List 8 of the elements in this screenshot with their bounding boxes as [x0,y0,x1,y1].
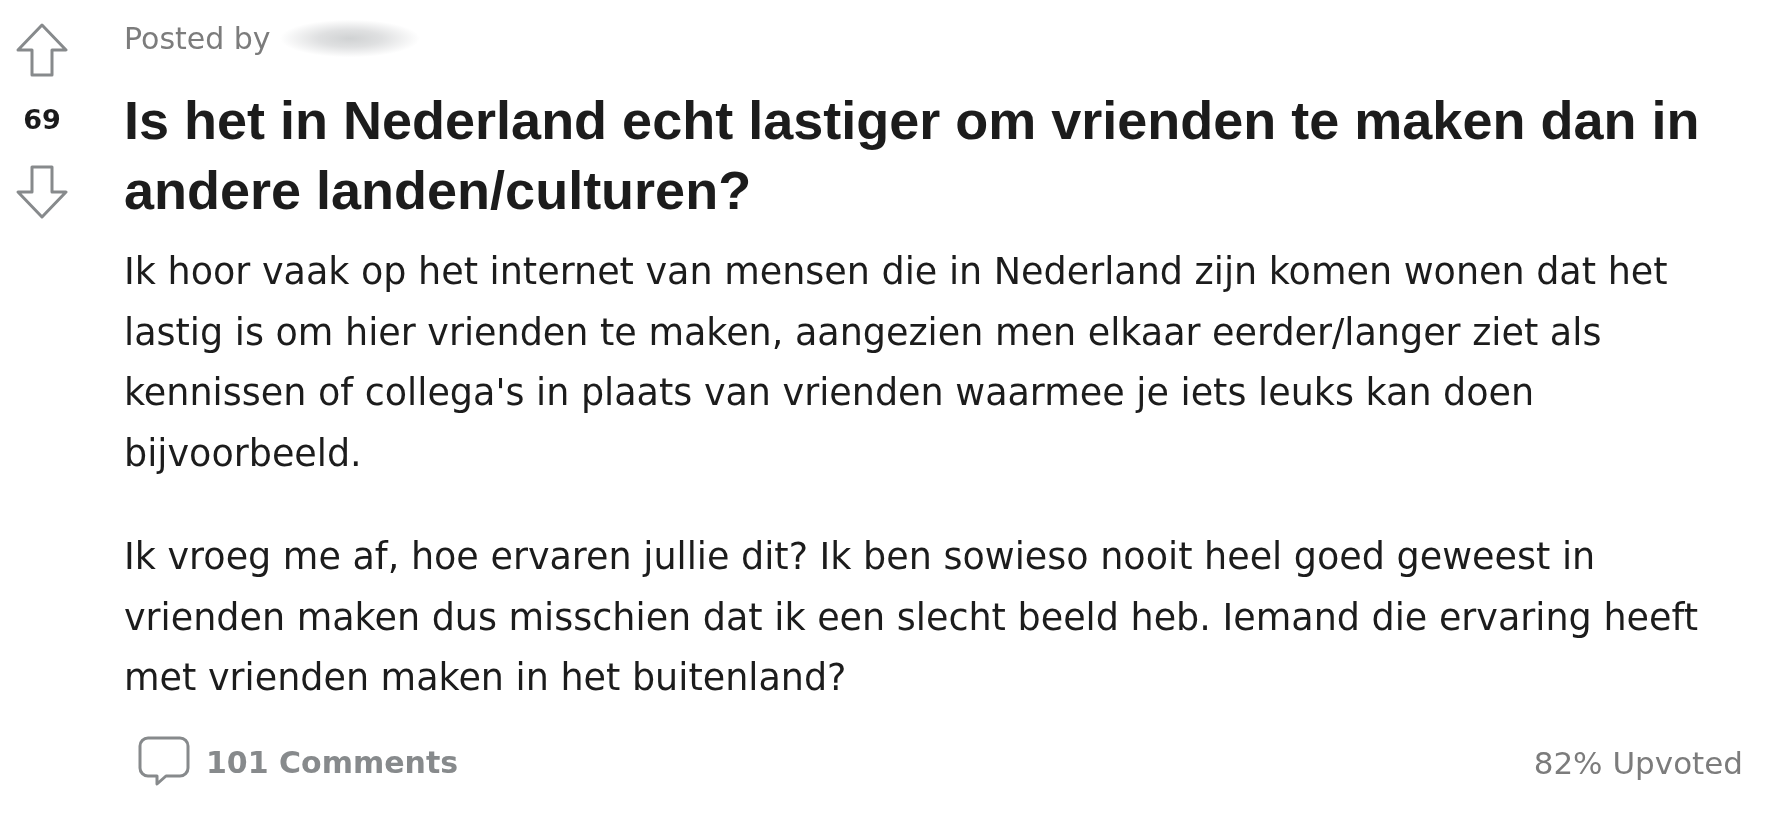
post-title[interactable]: Is het in Nederland echt lastiger om vrienden te maken dan in andere landen/culturen? [124,85,1751,225]
downvote-icon[interactable] [16,165,68,219]
post-paragraph: Ik vroeg me af, hoe ervaren jullie dit? Ik ben sowieso nooit heel goed geweest in vrienden maken dus misschien dat ik een slecht beeld heb. Iemand die ervaring heeft met vrienden maken in het buitenland? [124,534,1699,701]
post-paragraph: Ik hoor vaak op het internet van mensen die in Nederland zijn komen wonen dat het lastig is om hier vrienden te maken, aangezien men elkaar eerder/langer ziet als kennissen of collega's in plaats van vrienden waarmee je iets leuks kan doen bijvoorbeeld. [124,249,1669,477]
upvote-icon[interactable] [16,23,68,77]
posted-by-label: Posted by [124,20,271,58]
upvote-ratio: 82% Upvoted [1533,743,1743,783]
vote-score: 69 [23,103,61,137]
